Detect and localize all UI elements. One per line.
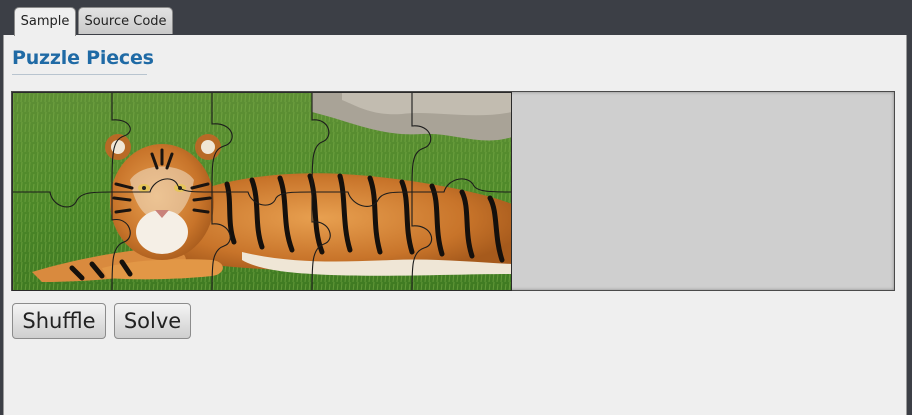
puzzle-image[interactable]: [12, 92, 512, 291]
solve-button[interactable]: Solve: [114, 303, 191, 339]
page-title: Puzzle Pieces: [12, 47, 154, 69]
shuffle-button[interactable]: Shuffle: [12, 303, 106, 339]
tab-sample[interactable]: Sample: [14, 7, 76, 36]
tiger-photo: [12, 92, 512, 291]
title-underline: [12, 74, 147, 75]
tab-source-code[interactable]: Source Code: [78, 7, 173, 34]
